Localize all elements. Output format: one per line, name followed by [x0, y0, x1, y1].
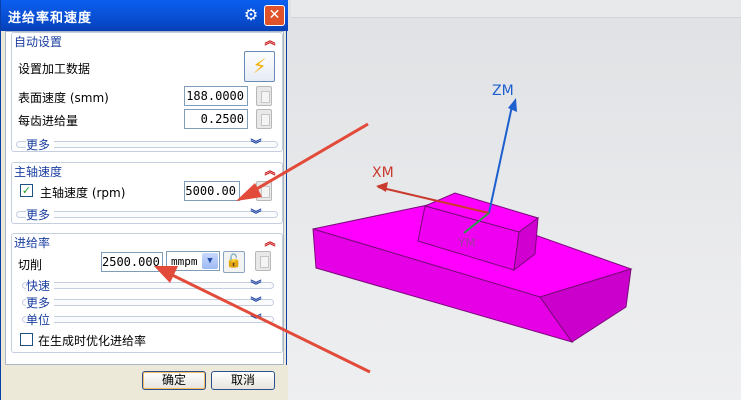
zm-label: ZM — [492, 83, 514, 99]
expand-icon[interactable]: ︾ — [249, 139, 263, 152]
more-bar[interactable] — [16, 141, 278, 148]
dialog-body: 自动设置 ︽ 设置加工数据 ⚡ 表面速度 (smm) 188.0000 每齿进给… — [5, 31, 284, 365]
zm-arrowhead — [508, 98, 517, 112]
xm-arrowhead — [376, 182, 388, 192]
lightning-icon[interactable]: ⚡ — [244, 51, 275, 82]
units-bar[interactable] — [22, 316, 274, 323]
units-label[interactable]: 单位 — [26, 311, 54, 327]
feed-per-tooth-label: 每齿进给量 — [18, 114, 79, 128]
close-icon[interactable]: ✕ — [264, 5, 285, 26]
feed-more-label[interactable]: 更多 — [26, 294, 54, 310]
collapse-icon[interactable]: ︽ — [263, 35, 277, 48]
spindle-speed-checkbox[interactable]: ✓ — [20, 184, 33, 197]
collapse-icon[interactable]: ︽ — [263, 165, 277, 178]
auto-settings-header[interactable]: 自动设置 — [14, 33, 62, 49]
cancel-button[interactable]: 取消 — [211, 371, 275, 390]
zm-axis-line — [488, 105, 513, 214]
dialog-button-bar: 确定 取消 — [1, 365, 288, 400]
spindle-speed-field[interactable]: 5000.00 — [184, 181, 240, 201]
auto-more-label[interactable]: 更多 — [26, 136, 54, 152]
cut-feed-calc-button[interactable] — [255, 251, 271, 271]
expand-icon[interactable]: ︾ — [249, 297, 263, 310]
dialog-titlebar[interactable]: 进给率和速度 ⚙ ✕ — [1, 0, 288, 31]
feed-per-tooth-calc-button[interactable] — [256, 109, 272, 129]
expand-icon[interactable]: ︾ — [249, 209, 263, 222]
feed-rate-header[interactable]: 进给率 — [14, 234, 50, 250]
xm-label: XM — [372, 165, 394, 181]
more-bar[interactable] — [22, 299, 274, 306]
ok-button[interactable]: 确定 — [142, 371, 206, 390]
surface-speed-label: 表面速度 (smm) — [18, 91, 109, 105]
more-bar[interactable] — [16, 211, 278, 218]
chevron-down-icon[interactable]: ▼ — [202, 253, 218, 269]
feed-per-tooth-field[interactable]: 0.2500 — [184, 109, 248, 129]
spindle-more-label[interactable]: 更多 — [26, 206, 54, 222]
expand-icon[interactable]: ︾ — [249, 314, 263, 327]
dialog-title: 进给率和速度 — [8, 11, 93, 26]
set-machining-data-label: 设置加工数据 — [18, 62, 91, 76]
spindle-speed-calc-button[interactable] — [256, 181, 272, 201]
graphics-viewport[interactable]: ZM XM YM — [287, 0, 741, 400]
ym-label: YM — [457, 236, 476, 250]
feeds-speeds-dialog: 进给率和速度 ⚙ ✕ 自动设置 ︽ 设置加工数据 ⚡ 表面速度 (smm) 18… — [0, 0, 288, 400]
cut-feed-field[interactable]: 2500.000 — [101, 252, 163, 272]
spindle-speed-header[interactable]: 主轴速度 — [14, 163, 62, 179]
expand-icon[interactable]: ︾ — [249, 280, 263, 293]
surface-speed-field[interactable]: 188.0000 — [184, 86, 248, 106]
surface-speed-calc-button[interactable] — [256, 86, 272, 106]
collapse-icon[interactable]: ︽ — [263, 236, 277, 249]
feed-unit-select[interactable]: mmpm ▼ — [166, 251, 220, 271]
optimize-feed-checkbox[interactable] — [20, 333, 33, 346]
optimize-feed-label: 在生成时优化进给率 — [38, 334, 147, 348]
feed-unit-value: mmpm — [171, 255, 198, 268]
spindle-speed-label: 主轴速度 (rpm) — [40, 186, 126, 200]
cut-label: 切削 — [18, 258, 43, 272]
rapid-label[interactable]: 快速 — [26, 277, 54, 293]
lock-icon[interactable]: 🔓 — [223, 251, 245, 273]
gear-icon[interactable]: ⚙ — [242, 6, 260, 24]
rapid-bar[interactable] — [22, 282, 274, 289]
